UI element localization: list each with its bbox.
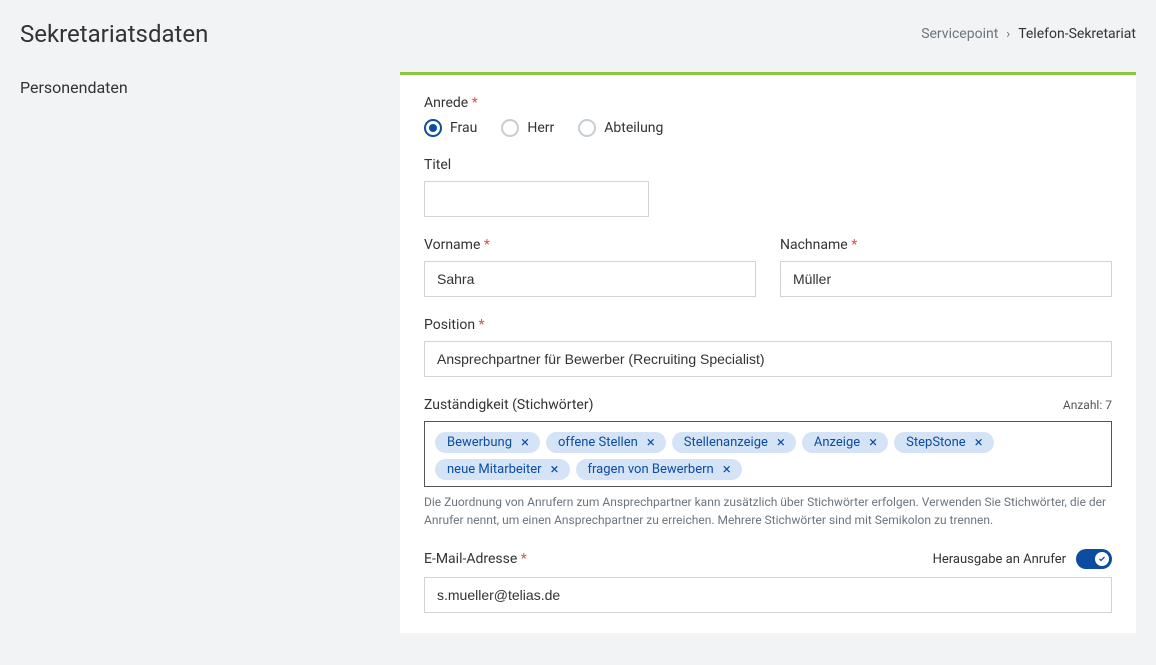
close-icon[interactable]: ×	[518, 436, 532, 450]
sidebar-item-personendaten[interactable]: Personendaten	[20, 72, 380, 103]
firstname-input[interactable]	[424, 261, 756, 297]
radio-frau[interactable]	[424, 119, 442, 137]
title-group: Titel	[424, 157, 1112, 217]
close-icon[interactable]: ×	[972, 436, 986, 450]
firstname-group: Vorname *	[424, 237, 756, 297]
radio-abteilung[interactable]	[578, 119, 596, 137]
chevron-right-icon: ›	[1006, 27, 1010, 42]
keyword-tag-label: StepStone	[906, 435, 966, 450]
page-title: Sekretariatsdaten	[20, 20, 208, 48]
salutation-label: Anrede *	[424, 95, 1112, 111]
keyword-tag: neue Mitarbeiter ×	[435, 459, 570, 480]
firstname-label: Vorname *	[424, 237, 756, 253]
radio-label-frau: Frau	[450, 120, 477, 136]
email-group: E-Mail-Adresse * Herausgabe an Anrufer	[424, 549, 1112, 613]
radio-option-frau[interactable]: Frau	[424, 119, 477, 137]
page-header: Sekretariatsdaten Servicepoint › Telefon…	[20, 20, 1136, 48]
keyword-tag: StepStone ×	[894, 432, 994, 453]
required-indicator: *	[484, 237, 490, 253]
position-label: Position *	[424, 317, 1112, 333]
keyword-tag-label: neue Mitarbeiter	[447, 462, 542, 477]
keywords-label: Zuständigkeit (Stichwörter)	[424, 397, 593, 413]
lastname-group: Nachname *	[780, 237, 1112, 297]
keywords-count: Anzahl: 7	[1063, 398, 1112, 412]
required-indicator: *	[851, 237, 857, 253]
keywords-input[interactable]: Bewerbung × offene Stellen × Stellenanzeige ×…	[424, 421, 1112, 487]
toggle-knob	[1095, 552, 1109, 566]
close-icon[interactable]: ×	[720, 463, 734, 477]
position-group: Position *	[424, 317, 1112, 377]
title-input[interactable]	[424, 181, 649, 217]
close-icon[interactable]: ×	[548, 463, 562, 477]
sidebar: Personendaten	[20, 72, 400, 633]
keywords-help: Die Zuordnung von Anrufern zum Ansprechp…	[424, 493, 1112, 529]
required-indicator: *	[479, 317, 485, 333]
breadcrumb: Servicepoint › Telefon-Sekretariat	[921, 26, 1136, 42]
keyword-tag-label: Stellenanzeige	[684, 435, 768, 450]
lastname-input[interactable]	[780, 261, 1112, 297]
required-indicator: *	[521, 551, 527, 567]
disclosure-toggle[interactable]	[1076, 549, 1112, 569]
title-label: Titel	[424, 157, 1112, 173]
salutation-radios: Frau Herr Abteilung	[424, 119, 1112, 137]
position-input[interactable]	[424, 341, 1112, 377]
keyword-tag-label: fragen von Bewerbern	[588, 462, 714, 477]
email-input[interactable]	[424, 577, 1112, 613]
keyword-tag-label: Bewerbung	[447, 435, 512, 450]
close-icon[interactable]: ×	[774, 436, 788, 450]
check-icon	[1098, 555, 1106, 563]
required-indicator: *	[472, 95, 478, 111]
radio-label-herr: Herr	[527, 120, 554, 136]
keyword-tag: Anzeige ×	[802, 432, 888, 453]
breadcrumb-parent[interactable]: Servicepoint	[921, 26, 998, 42]
keyword-tag: offene Stellen ×	[546, 432, 666, 453]
keyword-tag: fragen von Bewerbern ×	[576, 459, 742, 480]
disclosure-toggle-wrapper: Herausgabe an Anrufer	[933, 549, 1112, 569]
close-icon[interactable]: ×	[644, 436, 658, 450]
breadcrumb-current: Telefon-Sekretariat	[1018, 26, 1136, 42]
disclosure-label: Herausgabe an Anrufer	[933, 552, 1066, 567]
close-icon[interactable]: ×	[866, 436, 880, 450]
radio-option-abteilung[interactable]: Abteilung	[578, 119, 663, 137]
lastname-label: Nachname *	[780, 237, 1112, 253]
radio-herr[interactable]	[501, 119, 519, 137]
keywords-group: Zuständigkeit (Stichwörter) Anzahl: 7 Be…	[424, 397, 1112, 529]
keyword-tag-label: Anzeige	[814, 435, 860, 450]
email-label: E-Mail-Adresse *	[424, 551, 527, 567]
main-form: Anrede * Frau Herr Abteilung	[400, 72, 1136, 633]
radio-label-abteilung: Abteilung	[604, 120, 663, 136]
keyword-tag: Bewerbung ×	[435, 432, 540, 453]
keyword-tag-label: offene Stellen	[558, 435, 638, 450]
salutation-group: Anrede * Frau Herr Abteilung	[424, 95, 1112, 137]
radio-option-herr[interactable]: Herr	[501, 119, 554, 137]
keyword-tag: Stellenanzeige ×	[672, 432, 796, 453]
